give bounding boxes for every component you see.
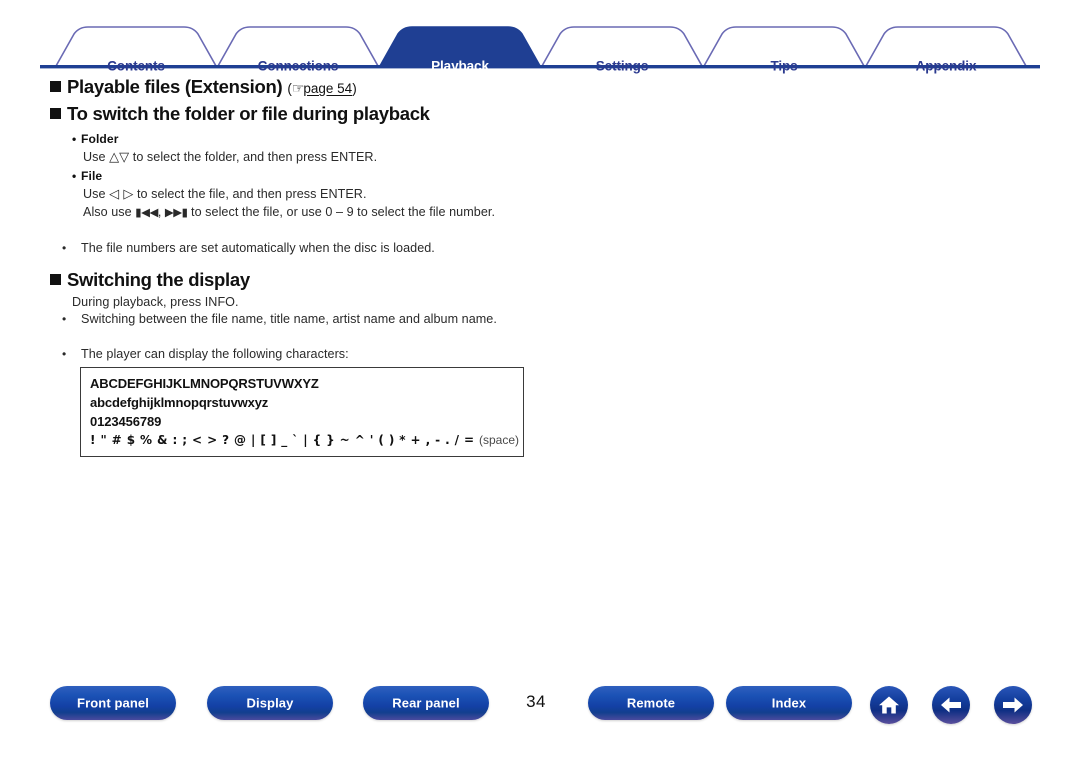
charset-space-label: (space): [479, 433, 520, 447]
file-item-label: • File: [72, 169, 102, 183]
tab-appendix[interactable]: Appendix: [916, 59, 977, 74]
skip-back-icon: ▮◀◀: [135, 205, 158, 219]
pointing-hand-icon: ☞: [291, 80, 305, 96]
heading-switch-folder-file: To switch the folder or file during play…: [50, 103, 430, 126]
heading-switch-folder-file-text: To switch the folder or file during play…: [67, 103, 430, 124]
file-line2-pre: Also use: [83, 205, 136, 219]
display-intro: During playback, press INFO.: [72, 295, 239, 309]
file-label-text: File: [81, 169, 103, 183]
bullet-square-icon: [50, 108, 61, 119]
arrow-left-icon: [941, 697, 961, 713]
tab-connections[interactable]: Connections: [258, 59, 339, 74]
file-line1-post: to select the file, and then press ENTER…: [133, 187, 367, 201]
tab-settings[interactable]: Settings: [596, 59, 649, 74]
display-bullet-1-text: Switching between the file name, title n…: [81, 312, 497, 326]
page-number: 34: [526, 692, 546, 711]
bullet-dot-icon: •: [62, 347, 67, 361]
arrow-right-icon: [1003, 697, 1023, 713]
bullet-square-icon: [50, 274, 61, 285]
heading-playable-files: Playable files (Extension) (☞page 54): [50, 76, 357, 99]
back-button[interactable]: [932, 686, 970, 724]
file-line2-mid: ,: [157, 205, 165, 219]
folder-label-text: Folder: [81, 132, 119, 146]
note-file-numbers: • The file numbers are set automatically …: [62, 240, 552, 258]
forward-button[interactable]: [994, 686, 1032, 724]
front-panel-button[interactable]: Front panel: [50, 686, 176, 720]
footer-navigation: Front panel Display Rear panel 34 Remote…: [0, 686, 1080, 736]
heading-switching-display: Switching the display: [50, 269, 250, 292]
display-button-label: Display: [246, 695, 294, 711]
tab-baseline-rule: [40, 65, 1040, 69]
rear-panel-button-label: Rear panel: [392, 695, 460, 711]
ref-paren-close: ): [352, 81, 357, 96]
heading-playable-files-text: Playable files (Extension): [67, 76, 283, 97]
leftright-triangles-icon: ◁ ▷: [109, 187, 134, 202]
bullet-dot-icon: •: [72, 169, 77, 183]
tab-playback[interactable]: Playback: [431, 59, 489, 74]
index-button-label: Index: [771, 695, 807, 711]
page-reference-playable-files[interactable]: (☞page 54): [287, 80, 356, 97]
index-button[interactable]: Index: [726, 686, 852, 720]
display-bullet-2: • The player can display the following ch…: [62, 346, 552, 364]
charset-symbols-line: ! " # $ % & : ; < > ? @ | [ ] _ ` | { } …: [90, 433, 519, 447]
note-file-numbers-text: The file numbers are set automatically w…: [81, 241, 435, 255]
tab-contents[interactable]: Contents: [107, 59, 165, 74]
ref-page-link[interactable]: page 54: [303, 81, 352, 96]
character-set-box: ABCDEFGHIJKLMNOPQRSTUVWXYZ abcdefghijklm…: [80, 367, 524, 457]
remote-button[interactable]: Remote: [588, 686, 714, 720]
folder-instruction-pre: Use: [83, 150, 110, 164]
file-line1-pre: Use: [83, 187, 110, 201]
file-instruction-line2: Also use ▮◀◀, ▶▶▮ to select the file, or…: [83, 204, 533, 222]
bullet-dot-icon: •: [62, 312, 67, 326]
rear-panel-button[interactable]: Rear panel: [363, 686, 489, 720]
file-instruction-line1: Use ◁ ▷ to select the file, and then pre…: [83, 186, 367, 204]
charset-lowercase: abcdefghijklmnopqrstuvwxyz: [90, 395, 269, 410]
folder-item-label: • Folder: [72, 132, 119, 146]
charset-digits: 0123456789: [90, 414, 162, 429]
display-bullet-1: • Switching between the file name, title …: [62, 311, 552, 329]
tab-tips[interactable]: Tips: [770, 59, 797, 74]
folder-instruction: Use △▽ to select the folder, and then pr…: [83, 149, 377, 167]
updown-triangles-icon: △▽: [109, 150, 130, 165]
charset-symbols: ! " # $ % & : ; < > ? @ | [ ] _ ` | { } …: [90, 433, 475, 447]
folder-instruction-post: to select the folder, and then press ENT…: [129, 150, 378, 164]
display-button[interactable]: Display: [207, 686, 333, 720]
bullet-dot-icon: •: [72, 132, 77, 146]
front-panel-button-label: Front panel: [77, 695, 149, 711]
charset-uppercase: ABCDEFGHIJKLMNOPQRSTUVWXYZ: [90, 376, 319, 391]
heading-switching-display-text: Switching the display: [67, 269, 250, 290]
remote-button-label: Remote: [626, 695, 676, 711]
home-button[interactable]: [870, 686, 908, 724]
display-bullet-2-text: The player can display the following cha…: [81, 347, 349, 361]
tab-bar: Contents Connections Playback Settings T…: [0, 24, 1080, 74]
bullet-dot-icon: •: [62, 241, 67, 255]
home-icon: [879, 696, 899, 714]
file-line2-post: to select the file, or use 0 – 9 to sele…: [187, 205, 495, 219]
skip-forward-icon: ▶▶▮: [164, 205, 188, 219]
bullet-square-icon: [50, 81, 61, 92]
